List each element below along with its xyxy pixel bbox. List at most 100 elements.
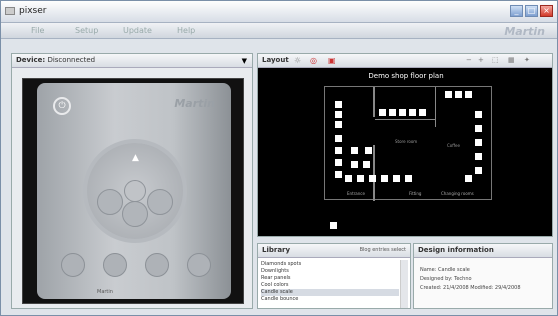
fixture[interactable] bbox=[465, 91, 472, 98]
chevron-down-icon[interactable]: ▼ bbox=[242, 57, 247, 65]
room-label: Coffee bbox=[447, 143, 460, 148]
power-button[interactable]: ⏻ bbox=[53, 97, 71, 115]
plan-label: Entrance bbox=[347, 191, 365, 196]
preset-button-1[interactable] bbox=[61, 253, 85, 277]
sun-icon[interactable]: ☼ bbox=[294, 56, 301, 65]
fixture[interactable] bbox=[335, 171, 342, 178]
layout-label: Layout bbox=[262, 56, 289, 64]
info-dates: Created: 21/4/2008 Modified: 29/4/2008 bbox=[420, 285, 521, 291]
fixture[interactable] bbox=[351, 147, 358, 154]
menu-help[interactable]: Help bbox=[177, 26, 195, 35]
fixture[interactable] bbox=[335, 121, 342, 128]
fixture[interactable] bbox=[379, 109, 386, 116]
menu-setup[interactable]: Setup bbox=[75, 26, 98, 35]
settings-icon[interactable]: ✦ bbox=[524, 56, 530, 64]
fixture[interactable] bbox=[475, 111, 482, 118]
fixture[interactable] bbox=[363, 161, 370, 168]
list-item[interactable]: Rear panels bbox=[261, 275, 399, 282]
fixture[interactable] bbox=[365, 147, 372, 154]
preset-button-4[interactable] bbox=[187, 253, 211, 277]
device-label: Device: bbox=[16, 56, 46, 64]
list-item[interactable]: Cool colors bbox=[261, 282, 399, 289]
fixture[interactable] bbox=[475, 139, 482, 146]
select-icon[interactable]: ⬚ bbox=[492, 56, 499, 64]
scrollbar[interactable] bbox=[400, 260, 408, 308]
preset-button-3[interactable] bbox=[145, 253, 169, 277]
fixture[interactable] bbox=[455, 91, 462, 98]
dial-left-button[interactable] bbox=[97, 189, 123, 215]
plan-title: Demo shop floor plan bbox=[368, 72, 444, 80]
list-item[interactable]: Candle bounce bbox=[261, 296, 399, 303]
info-designer: Designed by: Techno bbox=[420, 276, 472, 282]
fixture[interactable] bbox=[475, 153, 482, 160]
title-bar: pixser _ □ × bbox=[1, 1, 557, 23]
plan-label: Changing rooms bbox=[441, 191, 474, 196]
fixture[interactable] bbox=[335, 111, 342, 118]
fixture[interactable] bbox=[345, 175, 352, 182]
library-link[interactable]: Blog entries select bbox=[360, 247, 406, 253]
maximize-button[interactable]: □ bbox=[525, 5, 538, 17]
plan-label: Fitting bbox=[409, 191, 422, 196]
info-name: Name: Candle scale bbox=[420, 267, 470, 273]
library-list: Diamonds spots Downlights Rear panels Co… bbox=[261, 261, 399, 303]
fixture[interactable] bbox=[445, 91, 452, 98]
fixture[interactable] bbox=[399, 109, 406, 116]
device-brand: Martin bbox=[174, 97, 215, 110]
list-item[interactable]: Diamonds spots bbox=[261, 261, 399, 268]
menu-file[interactable]: File bbox=[31, 26, 44, 35]
fixture[interactable] bbox=[389, 109, 396, 116]
library-label: Library bbox=[262, 246, 291, 254]
fixture[interactable] bbox=[381, 175, 388, 182]
library-panel: Library Blog entries select Diamonds spo… bbox=[257, 243, 411, 309]
fixture[interactable] bbox=[393, 175, 400, 182]
fixture[interactable] bbox=[369, 175, 376, 182]
fixture[interactable] bbox=[419, 109, 426, 116]
fixture[interactable] bbox=[335, 135, 342, 142]
zoom-in-icon[interactable]: + bbox=[478, 56, 484, 64]
fixture[interactable] bbox=[475, 167, 482, 174]
layout-panel: Layout ☼ ◎ ▣ − + ⬚ ▦ ✦ Demo shop floor p… bbox=[257, 53, 553, 237]
fixture[interactable] bbox=[335, 101, 342, 108]
floor-plan[interactable]: Store room Coffee Entrance Fitting Chang… bbox=[324, 86, 492, 201]
device-note: Martin bbox=[97, 289, 113, 295]
fixture[interactable] bbox=[330, 222, 337, 229]
fixture[interactable] bbox=[357, 175, 364, 182]
fixture[interactable] bbox=[405, 175, 412, 182]
device-value: Disconnected bbox=[47, 56, 96, 64]
fixture[interactable] bbox=[335, 147, 342, 154]
fixture[interactable] bbox=[465, 175, 472, 182]
layout-toolbar: Layout ☼ ◎ ▣ − + ⬚ ▦ ✦ bbox=[258, 54, 552, 68]
fixture[interactable] bbox=[409, 109, 416, 116]
info-label: Design information bbox=[418, 246, 494, 254]
fixture[interactable] bbox=[335, 159, 342, 166]
device-view: ⏻ Martin ▲ Martin bbox=[22, 78, 244, 304]
list-item[interactable]: Downlights bbox=[261, 268, 399, 275]
app-icon bbox=[5, 7, 15, 15]
close-button[interactable]: × bbox=[540, 5, 553, 17]
target-icon[interactable]: ◎ bbox=[310, 56, 317, 65]
window-title: pixser bbox=[19, 6, 47, 16]
dial-center-button[interactable] bbox=[124, 180, 146, 202]
fixture[interactable] bbox=[475, 125, 482, 132]
save-icon[interactable]: ▣ bbox=[328, 56, 336, 65]
brand-logo: Martin bbox=[504, 25, 545, 38]
device-selector[interactable]: Device: Disconnected ▼ bbox=[12, 54, 252, 68]
design-info-panel: Design information Name: Candle scale De… bbox=[413, 243, 553, 309]
fixture[interactable] bbox=[351, 161, 358, 168]
device-panel: Device: Disconnected ▼ ⏻ Martin ▲ Martin bbox=[11, 53, 253, 309]
list-item-selected[interactable]: Candle scale bbox=[261, 289, 399, 296]
dial-down-button[interactable] bbox=[122, 201, 148, 227]
info-rows: Name: Candle scale Designed by: Techno C… bbox=[420, 266, 521, 293]
menu-bar: File Setup Update Help Martin bbox=[1, 23, 557, 39]
control-dial[interactable]: ▲ bbox=[87, 143, 183, 239]
remote-device: ⏻ Martin ▲ Martin bbox=[37, 83, 231, 299]
preset-button-2[interactable] bbox=[103, 253, 127, 277]
menu-update[interactable]: Update bbox=[123, 26, 152, 35]
dial-right-button[interactable] bbox=[147, 189, 173, 215]
app-window: pixser _ □ × File Setup Update Help Mart… bbox=[0, 0, 558, 316]
grid-icon[interactable]: ▦ bbox=[508, 56, 515, 64]
minimize-button[interactable]: _ bbox=[510, 5, 523, 17]
up-arrow-icon: ▲ bbox=[132, 153, 139, 163]
room-label: Store room bbox=[395, 139, 418, 144]
zoom-out-icon[interactable]: − bbox=[466, 56, 472, 64]
